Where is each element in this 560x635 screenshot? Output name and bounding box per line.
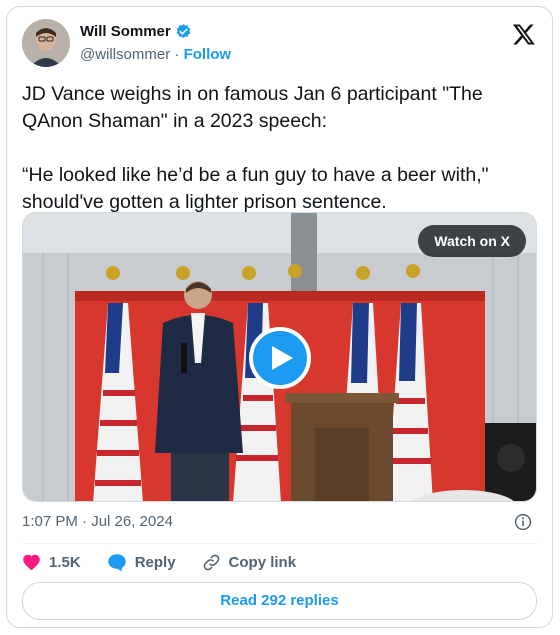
copy-link-label: Copy link	[228, 553, 297, 571]
copy-link-button[interactable]: Copy link	[202, 553, 297, 572]
video-media[interactable]: Watch on X	[22, 212, 537, 502]
follow-button[interactable]: Follow	[184, 46, 232, 63]
verified-badge-icon	[176, 24, 191, 38]
author-handle[interactable]: @willsommer	[80, 46, 170, 63]
read-replies-button[interactable]: Read 292 replies	[22, 582, 537, 620]
author-name-row: Will Sommer	[80, 23, 192, 40]
avatar[interactable]	[22, 19, 70, 67]
tweet-card: Will Sommer @willsommer · Follow JD Vanc…	[6, 6, 553, 628]
author-handle-row: @willsommer · Follow	[80, 46, 231, 63]
play-icon	[272, 346, 293, 370]
tweet-text: JD Vance weighs in on famous Jan 6 parti…	[22, 83, 489, 213]
divider	[22, 543, 537, 544]
like-button[interactable]: 1.5K	[22, 553, 81, 571]
reply-button[interactable]: Reply	[107, 553, 176, 572]
author-name[interactable]: Will Sommer	[80, 23, 171, 40]
play-button[interactable]	[249, 327, 311, 389]
likes-count: 1.5K	[49, 553, 81, 571]
heart-icon	[23, 554, 40, 571]
info-icon[interactable]	[514, 513, 532, 531]
action-bar: 1.5K Reply Copy link	[22, 552, 322, 572]
x-logo-icon[interactable]	[512, 22, 536, 46]
tweet-timestamp[interactable]: 1:07 PM · Jul 26, 2024	[22, 513, 173, 530]
reply-bubble-icon	[108, 553, 126, 571]
watch-on-x-button[interactable]: Watch on X	[418, 225, 526, 257]
handle-separator: ·	[174, 46, 180, 63]
link-icon	[203, 554, 219, 570]
reply-label: Reply	[134, 553, 176, 571]
